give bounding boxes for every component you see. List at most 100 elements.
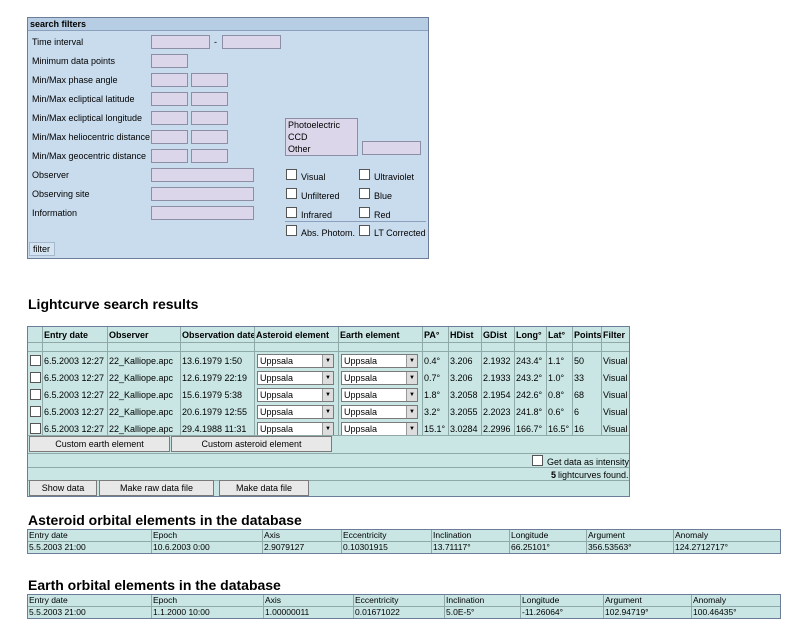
custom-asteroid-button[interactable]: Custom asteroid element [171, 436, 332, 452]
table-cell: Visual [603, 407, 628, 417]
time-from-input[interactable] [151, 35, 210, 49]
table-cell: 3.0284 [450, 424, 478, 434]
earth-element-select[interactable]: Uppsala ▼ [341, 422, 418, 436]
asteroid-element-select[interactable]: Uppsala ▼ [257, 422, 334, 436]
chevron-down-icon[interactable]: ▼ [322, 389, 333, 401]
col-sep [586, 530, 587, 553]
earth-element-select[interactable]: Uppsala ▼ [341, 388, 418, 402]
table-cell: Visual [603, 373, 628, 383]
helio-max-input[interactable] [191, 130, 228, 144]
col-header: PA° [424, 330, 440, 340]
col-sep [691, 595, 692, 618]
show-data-button[interactable]: Show data [29, 480, 97, 496]
table-cell: 22_Kalliope.apc [109, 356, 174, 366]
long-max-input[interactable] [191, 111, 228, 125]
abs-photom-checkbox[interactable] [286, 225, 297, 236]
asteroid-element-select[interactable]: Uppsala ▼ [257, 354, 334, 368]
col-header: Asteroid element [256, 330, 330, 340]
geo-max-input[interactable] [191, 149, 228, 163]
filter-button[interactable]: filter [29, 242, 55, 256]
geo-label: Min/Max geocentric distance [32, 151, 147, 161]
chevron-down-icon[interactable]: ▼ [406, 372, 417, 384]
earth-element-select[interactable]: Uppsala ▼ [341, 405, 418, 419]
custom-earth-button[interactable]: Custom earth element [29, 436, 170, 452]
ultraviolet-checkbox[interactable] [359, 169, 370, 180]
row-select-checkbox[interactable] [30, 406, 41, 417]
table-cell: 241.8° [516, 407, 543, 417]
col-header: Anomaly [675, 530, 709, 540]
chevron-down-icon[interactable]: ▼ [406, 406, 417, 418]
row-select-checkbox[interactable] [30, 423, 41, 434]
listbox-option[interactable]: CCD [288, 132, 308, 142]
results-header-row: Entry date Observer Observation date Ast… [28, 327, 629, 342]
col-header: Epoch [153, 530, 178, 540]
lat-max-input[interactable] [191, 92, 228, 106]
phase-min-input[interactable] [151, 73, 188, 87]
method-text-input[interactable] [362, 141, 421, 155]
unfiltered-checkbox[interactable] [286, 188, 297, 199]
chevron-down-icon[interactable]: ▼ [322, 355, 333, 367]
row-sep [28, 541, 780, 542]
col-sep [341, 530, 342, 553]
visual-checkbox[interactable] [286, 169, 297, 180]
observing-site-input[interactable] [151, 187, 254, 201]
min-points-input[interactable] [151, 54, 188, 68]
row-select-checkbox[interactable] [30, 355, 41, 366]
col-header: Axis [264, 530, 281, 540]
asteroid-element-select[interactable]: Uppsala ▼ [257, 388, 334, 402]
geo-min-input[interactable] [151, 149, 188, 163]
intensity-checkbox[interactable] [532, 455, 543, 466]
observer-input[interactable] [151, 168, 254, 182]
asteroid-element-select[interactable]: Uppsala ▼ [257, 371, 334, 385]
chevron-down-icon[interactable]: ▼ [406, 355, 417, 367]
select-value: Uppsala [344, 373, 378, 383]
method-listbox[interactable]: Photoelectric CCD Other [285, 118, 358, 156]
row-select-checkbox[interactable] [30, 389, 41, 400]
blue-checkbox[interactable] [359, 188, 370, 199]
col-header: Inclination [433, 530, 472, 540]
table-cell: -11.26064° [522, 607, 564, 617]
information-input[interactable] [151, 206, 254, 220]
table-row: 6.5.2003 12:27 22_Kalliope.apc 13.6.1979 1… [28, 352, 629, 369]
visual-label: Visual [301, 172, 326, 182]
chevron-down-icon[interactable]: ▼ [322, 406, 333, 418]
observing-site-label: Observing site [32, 189, 90, 199]
helio-label: Min/Max heliocentric distance [32, 132, 151, 142]
earth-element-select[interactable]: Uppsala ▼ [341, 354, 418, 368]
listbox-option[interactable]: Photoelectric [288, 120, 340, 130]
earth-element-select[interactable]: Uppsala ▼ [341, 371, 418, 385]
chevron-down-icon[interactable]: ▼ [322, 372, 333, 384]
make-data-file-button[interactable]: Make data file [219, 480, 309, 496]
earth-table: Entry date 5.5.2003 21:00 Epoch 1.1.2000 10… [27, 594, 781, 619]
row-sep [28, 342, 629, 343]
chevron-down-icon[interactable]: ▼ [406, 423, 417, 435]
table-cell: 66.25101° [511, 542, 550, 552]
phase-max-input[interactable] [191, 73, 228, 87]
helio-min-input[interactable] [151, 130, 188, 144]
unfiltered-label: Unfiltered [301, 191, 340, 201]
col-header: GDist [483, 330, 508, 340]
abs-photom-label: Abs. Photom. [301, 228, 356, 238]
infrared-checkbox[interactable] [286, 207, 297, 218]
table-cell: 13.6.1979 1:50 [182, 356, 243, 366]
time-to-input[interactable] [222, 35, 281, 49]
table-row: 6.5.2003 12:27 22_Kalliope.apc 12.6.1979 2… [28, 369, 629, 386]
chevron-down-icon[interactable]: ▼ [322, 423, 333, 435]
listbox-option[interactable]: Other [288, 144, 311, 154]
ecl-long-label: Min/Max ecliptical longitude [32, 113, 143, 123]
red-checkbox[interactable] [359, 207, 370, 218]
table-cell: 0.7° [424, 373, 441, 383]
table-cell: 5.5.2003 21:00 [29, 607, 86, 617]
row-select-checkbox[interactable] [30, 372, 41, 383]
blue-label: Blue [374, 191, 393, 201]
table-cell: 22_Kalliope.apc [109, 373, 174, 383]
col-header: Points [574, 330, 602, 340]
lat-min-input[interactable] [151, 92, 188, 106]
lt-corrected-checkbox[interactable] [359, 225, 370, 236]
col-header: Longitude [511, 530, 549, 540]
make-raw-data-button[interactable]: Make raw data file [99, 480, 214, 496]
asteroid-element-select[interactable]: Uppsala ▼ [257, 405, 334, 419]
long-min-input[interactable] [151, 111, 188, 125]
chevron-down-icon[interactable]: ▼ [406, 389, 417, 401]
row-sep [28, 453, 629, 454]
